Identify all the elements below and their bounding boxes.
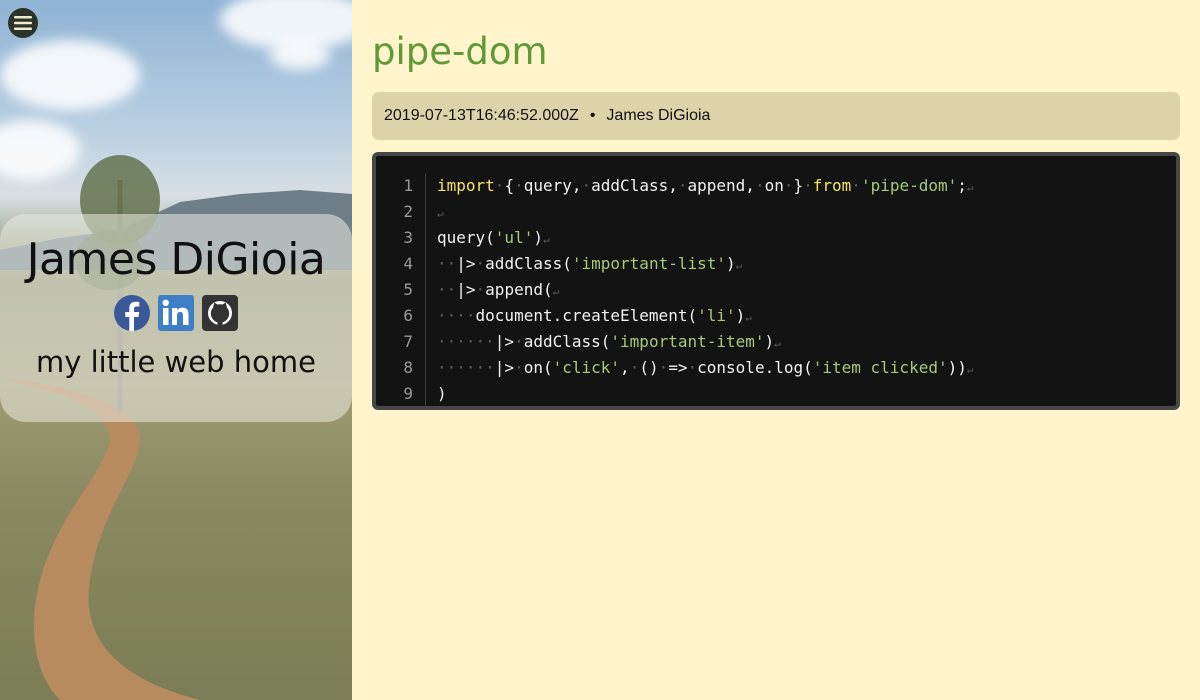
hamburger-icon xyxy=(14,16,32,30)
site-tagline: my little web home xyxy=(35,345,316,379)
code-line: 2 ↵ xyxy=(376,200,1176,226)
code-line: 7 ······|>·addClass('important-item')↵ xyxy=(376,330,1176,356)
profile-card: James DiGioia my little web home xyxy=(0,214,352,422)
social-links xyxy=(114,295,238,331)
facebook-link[interactable] xyxy=(114,295,150,331)
code-text: ······|>·on('click',·()·=>·console.log('… xyxy=(437,358,974,377)
cloud xyxy=(0,40,140,110)
sidebar: James DiGioia my little web home xyxy=(0,0,352,700)
line-number: 4 xyxy=(376,252,426,278)
line-number: 8 xyxy=(376,356,426,382)
linkedin-link[interactable] xyxy=(158,295,194,331)
code-text: ······|>·addClass('important-item')↵ xyxy=(437,332,781,351)
code-line: 1 import·{·query,·addClass,·append,·on·}·… xyxy=(376,174,1176,200)
github-link[interactable] xyxy=(202,295,238,331)
post-author: James DiGioia xyxy=(606,107,711,124)
linkedin-icon xyxy=(158,295,194,331)
code-text: ····document.createElement('li')↵ xyxy=(437,306,752,325)
code-line: 3 query('ul')↵ xyxy=(376,226,1176,252)
meta-separator: • xyxy=(589,107,596,124)
code-text: query('ul')↵ xyxy=(437,228,550,247)
site-owner-name[interactable]: James DiGioia xyxy=(27,234,326,285)
line-number: 7 xyxy=(376,330,426,356)
code-text: ··|>·append(↵ xyxy=(437,280,560,299)
line-number: 1 xyxy=(376,174,426,200)
cloud xyxy=(270,40,330,70)
code-line: 4 ··|>·addClass('important-list')↵ xyxy=(376,252,1176,278)
post-meta: 2019-07-13T16:46:52.000Z • James DiGioia xyxy=(372,92,1180,140)
code-block: 1 import·{·query,·addClass,·append,·on·}·… xyxy=(372,152,1180,410)
code-line: 8 ······|>·on('click',·()·=>·console.log(… xyxy=(376,356,1176,382)
menu-button[interactable] xyxy=(8,8,38,38)
post-date: 2019-07-13T16:46:52.000Z xyxy=(384,107,579,124)
line-number: 9 xyxy=(376,382,426,406)
main-content: pipe-dom 2019-07-13T16:46:52.000Z • Jame… xyxy=(372,0,1180,410)
code-line: 5 ··|>·append(↵ xyxy=(376,278,1176,304)
code-line: 6 ····document.createElement('li')↵ xyxy=(376,304,1176,330)
facebook-icon xyxy=(114,295,150,331)
dirt-path xyxy=(0,380,200,700)
code-line: 9) xyxy=(376,382,1176,406)
line-number: 2 xyxy=(376,200,426,226)
code-text: ↵ xyxy=(437,207,444,220)
line-number: 3 xyxy=(376,226,426,252)
line-number: 5 xyxy=(376,278,426,304)
line-number: 6 xyxy=(376,304,426,330)
code-text: ) xyxy=(437,384,447,403)
github-icon xyxy=(202,295,238,331)
code-text: import·{·query,·addClass,·append,·on·}·f… xyxy=(437,176,974,195)
code-text: ··|>·addClass('important-list')↵ xyxy=(437,254,743,273)
post-title: pipe-dom xyxy=(372,30,548,73)
